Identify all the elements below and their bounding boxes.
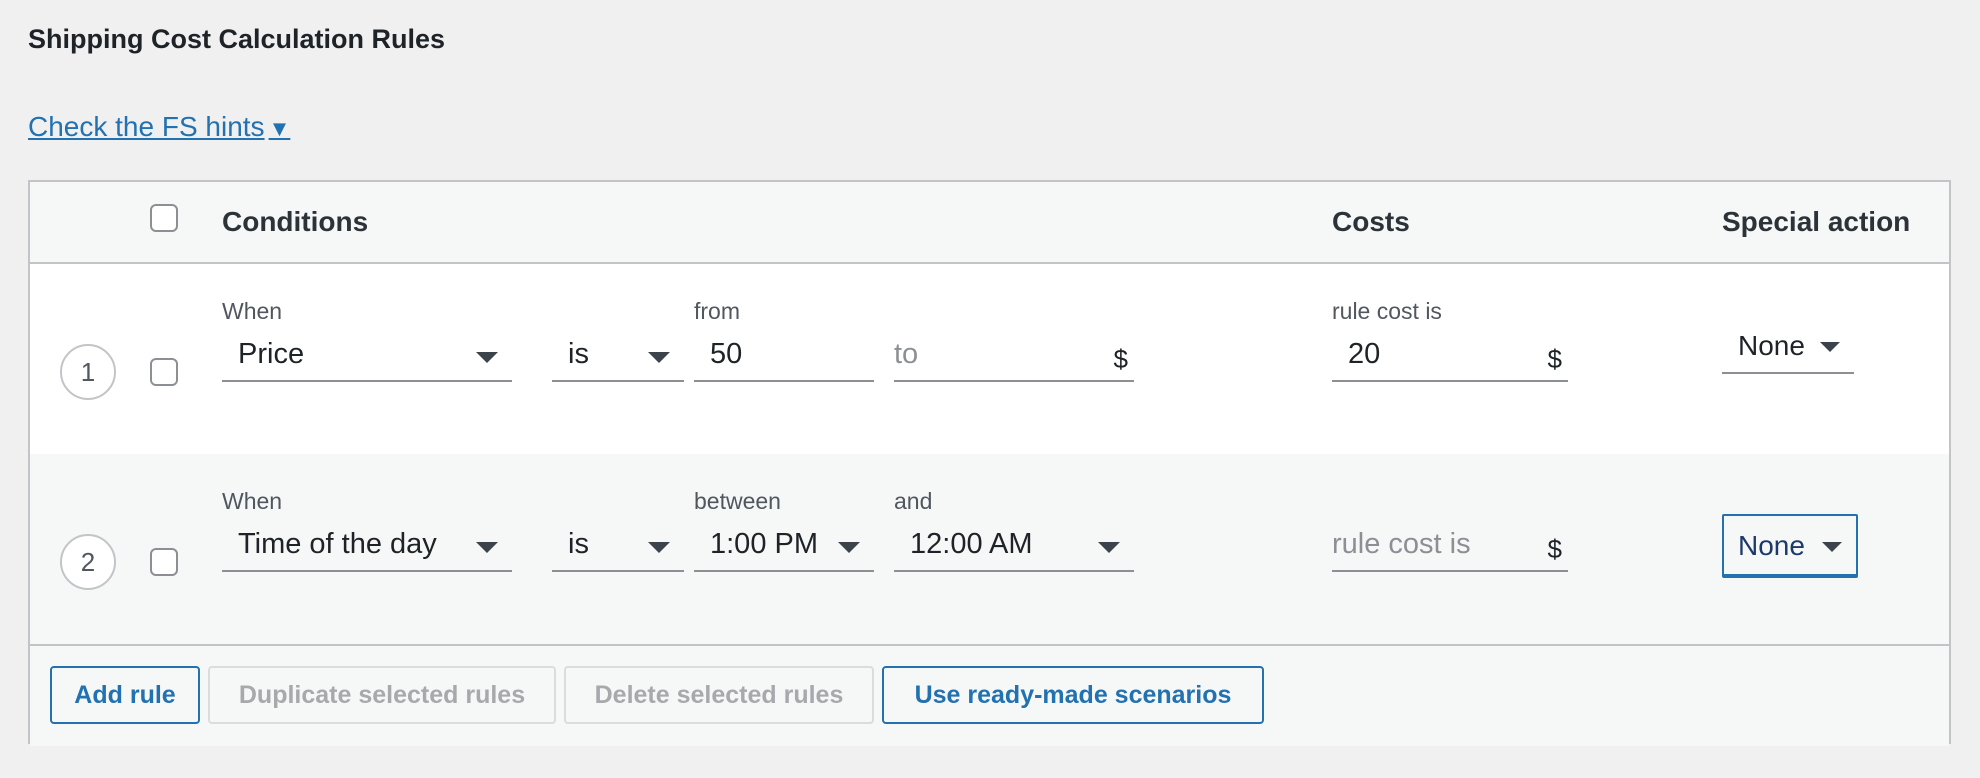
from-input[interactable]: 50 (694, 334, 874, 382)
when-label: When (222, 298, 283, 324)
chevron-down-icon (648, 352, 670, 363)
cost-input[interactable]: 20 $ (1332, 334, 1568, 382)
currency-symbol: $ (1547, 534, 1562, 564)
add-rule-button[interactable]: Add rule (50, 666, 200, 724)
between-time-value: 1:00 PM (710, 528, 818, 560)
chevron-down-icon (476, 542, 498, 553)
chevron-down-icon (838, 542, 860, 553)
chevron-down-icon (1820, 342, 1840, 352)
and-time-select[interactable]: 12:00 AM (894, 524, 1134, 572)
from-label: from (694, 298, 740, 324)
header-conditions: Conditions (222, 206, 369, 237)
cost-input[interactable]: rule cost is $ (1332, 524, 1568, 572)
header-costs: Costs (1332, 206, 1410, 237)
condition-value: Time of the day (238, 528, 437, 560)
cost-placeholder: rule cost is (1332, 528, 1471, 560)
ready-made-scenarios-button[interactable]: Use ready-made scenarios (882, 666, 1264, 724)
fs-hints-label: Check the FS hints (28, 111, 265, 142)
from-value: 50 (710, 338, 743, 370)
special-action-value: None (1738, 530, 1805, 561)
chevron-down-icon (648, 542, 670, 553)
between-label: between (694, 488, 781, 514)
header-special-action: Special action (1722, 206, 1911, 237)
triangle-down-icon: ▼ (268, 116, 291, 141)
and-time-value: 12:00 AM (910, 528, 1033, 560)
rule-number: 1 (60, 344, 116, 400)
duplicate-rules-button[interactable]: Duplicate selected rules (208, 666, 556, 724)
operator-value: is (568, 338, 589, 370)
to-input[interactable]: to $ (894, 334, 1134, 382)
section-title: Shipping Cost Calculation Rules (28, 24, 446, 54)
cost-value: 20 (1348, 338, 1381, 370)
operator-select[interactable]: is (552, 334, 684, 382)
table-footer: Add rule Duplicate selected rules Delete… (30, 644, 1949, 746)
when-label: When (222, 488, 283, 514)
special-action-select[interactable]: None (1722, 322, 1854, 374)
rule-select-checkbox[interactable] (150, 358, 178, 386)
special-action-value: None (1738, 330, 1805, 361)
rules-table: Conditions Costs Special action 1 When P… (28, 180, 1951, 746)
currency-symbol: $ (1547, 344, 1562, 374)
table-header: Conditions Costs Special action (30, 182, 1949, 264)
condition-select[interactable]: Time of the day (222, 524, 512, 572)
and-label: and (894, 488, 933, 514)
operator-value: is (568, 528, 589, 560)
condition-select[interactable]: Price (222, 334, 512, 382)
rule-select-checkbox[interactable] (150, 548, 178, 576)
chevron-down-icon (476, 352, 498, 363)
cost-label: rule cost is (1332, 298, 1442, 324)
chevron-down-icon (1098, 542, 1120, 553)
shipping-rules-page: Shipping Cost Calculation Rules Check th… (0, 0, 1980, 778)
delete-rules-button[interactable]: Delete selected rules (564, 666, 874, 724)
rule-number: 2 (60, 534, 116, 590)
between-time-select[interactable]: 1:00 PM (694, 524, 874, 572)
select-all-checkbox[interactable] (150, 204, 178, 232)
operator-select[interactable]: is (552, 524, 684, 572)
currency-symbol: $ (1113, 344, 1128, 374)
special-action-select[interactable]: None (1722, 514, 1858, 578)
fs-hints-link[interactable]: Check the FS hints ▼ (28, 111, 290, 143)
to-placeholder: to (894, 338, 919, 370)
rule-row: 2 When Time of the day is between 1:00 P… (30, 454, 1949, 644)
condition-value: Price (238, 338, 305, 370)
chevron-down-icon (1822, 542, 1842, 552)
rule-row: 1 When Price is from 50 to $ rule cost i… (30, 264, 1949, 454)
